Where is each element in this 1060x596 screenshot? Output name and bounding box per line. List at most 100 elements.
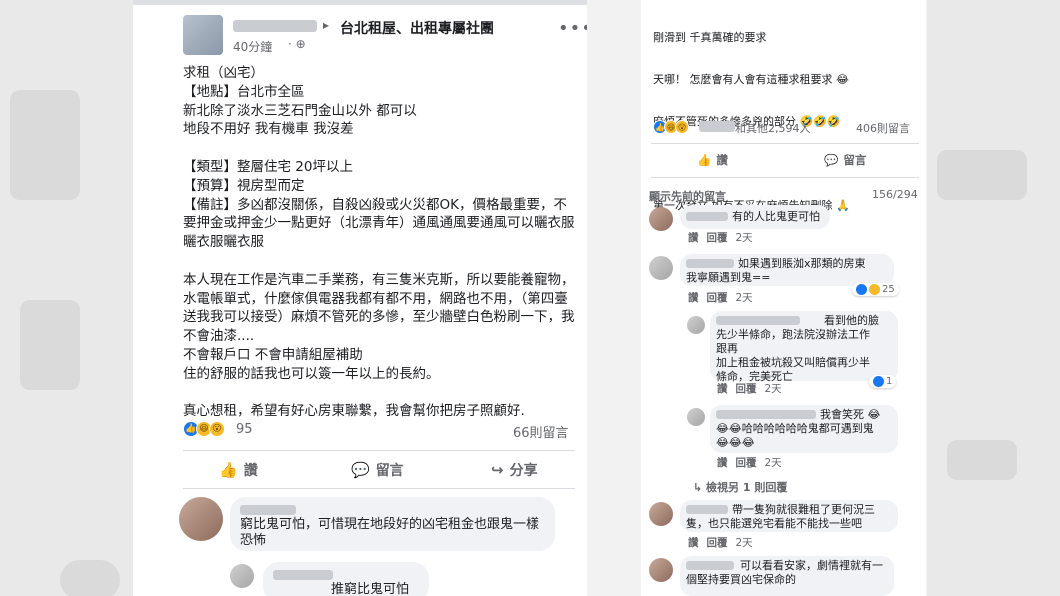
wow-reaction-icon: 😮 xyxy=(209,421,225,437)
more-icon[interactable]: ••• xyxy=(558,18,587,39)
globe-icon: · ⊕ xyxy=(288,37,306,51)
comment-like-link[interactable]: 讚 xyxy=(717,383,728,395)
comment-icon: 💬 xyxy=(824,153,839,167)
comment-time: 2天 xyxy=(735,537,753,549)
comment-time: 2天 xyxy=(735,232,753,244)
like-button[interactable]: 👍 讚 xyxy=(219,460,258,480)
commenter-avatar[interactable] xyxy=(687,316,705,334)
comment-bubble: 可以看看安家，劇情裡就有一 個堅持要買凶宅保命的 xyxy=(680,556,894,596)
thumbs-up-icon: 👍 xyxy=(219,461,238,479)
reactors-text[interactable]: 和其他2,594人 xyxy=(735,120,811,136)
comment-text: 有的人比鬼更可怕 xyxy=(732,210,820,223)
comment-meta: 讚回覆 2天 xyxy=(688,535,753,550)
reaction-icons[interactable]: 👍 😆 😮 xyxy=(183,421,225,437)
author-avatar[interactable] xyxy=(183,15,223,55)
comment-button[interactable]: 💬 留言 xyxy=(824,152,866,168)
comment-text: 可以看看安家，劇情裡就有一 個堅持要買凶宅保命的 xyxy=(686,559,883,586)
like-label: 讚 xyxy=(716,153,728,167)
share-line: 天哪！ 怎麼會有人會有這種求租要求 😂 xyxy=(653,73,849,86)
reaction-count[interactable]: 95 xyxy=(236,422,253,437)
reactor-names-blurred[interactable] xyxy=(699,121,735,132)
post-line: 【預算】視房型而定 xyxy=(183,177,305,194)
comment-text: 窮比鬼可怕，可惜現在地段好的凶宅租金也跟鬼一樣恐怖 xyxy=(240,517,540,548)
comment-reaction-count: 25 xyxy=(882,284,895,295)
comment-bubble: 看到他的臉 先少半條命，跑法院沒辦法工作 跟再 加上租金被坑殺又叫賠償再少半 條… xyxy=(710,311,898,383)
share-line: 剛滑到 千真萬確的要求 xyxy=(653,31,767,44)
comment-bubble: 帶一隻狗就很難租了更何況三 隻，也只能選兇宅看能不能找一些吧 xyxy=(680,500,898,532)
post-line: 【備註】多凶都沒關係，自殺凶殺或火災都OK，價格最重要，不要押金或押金少一點更好… xyxy=(183,196,575,251)
blurred-shape xyxy=(937,150,1027,200)
comment-reply-link[interactable]: 回覆 xyxy=(736,457,757,469)
blurred-backdrop-left xyxy=(0,0,133,596)
comment-text: 我會笑死 😂 😂😂哈哈哈哈哈哈鬼都可遇到鬼 😂😂😂 xyxy=(716,408,881,449)
comment-reply-link[interactable]: 回覆 xyxy=(707,537,728,549)
comment-meta: 讚回覆 2天 xyxy=(717,381,782,396)
post-line: 不會報戶口 不會申請組屋補助 xyxy=(183,346,363,363)
reply-arrow-icon: ↳ xyxy=(693,481,707,494)
post-line: 本人現在工作是汽車二手業務，有三隻米克斯，所以要能養寵物，水電帳單式，什麼傢俱電… xyxy=(183,271,575,345)
comment-text: 看到他的臉 先少半條命，跑法院沒辦法工作 跟再 加上租金被坑殺又叫賠償再少半 條… xyxy=(716,314,879,383)
comment-text: 推窮比鬼可怕 xyxy=(331,582,410,596)
like-label: 讚 xyxy=(243,463,258,479)
comment-reactions[interactable]: 1 xyxy=(869,375,897,388)
post-line: 真心想租，希望有好心房東聯繫，我會幫你把房子照顧好. xyxy=(183,403,525,420)
comment-reply-link[interactable]: 回覆 xyxy=(736,383,757,395)
commenter-avatar[interactable] xyxy=(649,558,673,582)
like-reaction-icon xyxy=(856,284,867,295)
comment-bubble: 我會笑死 😂 😂😂哈哈哈哈哈哈鬼都可遇到鬼 😂😂😂 xyxy=(710,405,898,453)
comment-meta: 讚回覆 2天 xyxy=(688,290,753,305)
comment-like-link[interactable]: 讚 xyxy=(688,232,699,244)
comment-count[interactable]: 66則留言 xyxy=(513,422,569,441)
commenter-avatar[interactable] xyxy=(687,408,705,426)
author-name-blurred[interactable] xyxy=(233,20,317,32)
share-button[interactable]: ↪ 分享 xyxy=(491,460,538,480)
comment-text: 如果遇到賬洳x那類的房東 我寧願遇到鬼== xyxy=(686,257,866,284)
post-timestamp[interactable]: 40分鐘 xyxy=(233,38,272,55)
commenter-name-blurred[interactable] xyxy=(240,505,296,515)
comment-time: 2天 xyxy=(735,292,753,304)
comment-like-link[interactable]: 讚 xyxy=(688,537,699,549)
blurred-shape xyxy=(10,90,80,200)
comment-icon: 💬 xyxy=(351,461,370,479)
blurred-backdrop-right xyxy=(927,0,1060,596)
post-line xyxy=(183,384,578,403)
comment-like-link[interactable]: 讚 xyxy=(688,292,699,304)
comment-button[interactable]: 💬 留言 xyxy=(351,460,404,480)
reaction-icons[interactable]: 👍 😆 😮 xyxy=(653,120,689,134)
commenter-avatar[interactable] xyxy=(649,502,673,526)
post-line: 新北除了淡水三芝石門金山以外 都可以 xyxy=(183,102,417,119)
comment-bubble: 窮比鬼可怕，可惜現在地段好的凶宅租金也跟鬼一樣恐怖 xyxy=(230,497,555,551)
like-reaction-icon xyxy=(873,376,884,387)
comment-meta: 讚回覆 2天 xyxy=(688,230,753,245)
comment-like-link[interactable]: 讚 xyxy=(717,457,728,469)
commenter-name-blurred[interactable] xyxy=(273,570,333,580)
comment-reply-link[interactable]: 回覆 xyxy=(707,232,728,244)
commenter-avatar[interactable] xyxy=(649,207,673,231)
commenter-avatar[interactable] xyxy=(649,256,673,280)
share-screenshot: 剛滑到 千真萬確的要求 天哪！ 怎麼會有人會有這種求租要求 😂 麻煩不管死的多慘… xyxy=(641,0,926,596)
share-icon: ↪ xyxy=(491,461,504,479)
comment-count[interactable]: 406則留言 xyxy=(856,120,910,136)
divider xyxy=(651,177,919,178)
post-line: 求租（凶宅） xyxy=(183,65,264,81)
haha-reaction-icon xyxy=(869,284,880,295)
comment-time: 2天 xyxy=(764,457,782,469)
post-screenshot: ▸ 台北租屋、出租專屬社團 40分鐘 · ⊕ ••• 求租（凶宅） 【地點】台北… xyxy=(133,0,587,596)
comment-bubble: 如果遇到賬洳x那類的房東 我寧願遇到鬼== xyxy=(680,254,894,286)
post-line xyxy=(183,139,578,158)
view-more-replies-link[interactable]: ↳ 檢視另 1 則回覆 xyxy=(693,479,787,495)
share-label: 分享 xyxy=(509,463,538,479)
group-name[interactable]: 台北租屋、出租專屬社團 xyxy=(340,18,494,38)
comment-reply-link[interactable]: 回覆 xyxy=(707,292,728,304)
commenter-avatar[interactable] xyxy=(230,564,254,588)
blurred-shape xyxy=(947,440,1017,480)
commenter-avatar[interactable] xyxy=(179,497,223,541)
like-button[interactable]: 👍 讚 xyxy=(697,152,728,168)
divider xyxy=(183,450,575,451)
divider xyxy=(183,488,575,489)
commenter-name-blurred[interactable] xyxy=(686,212,728,221)
comment-bubble: 有的人比鬼更可怕 xyxy=(680,205,830,229)
show-previous-comments-link[interactable]: 顯示先前的留言 xyxy=(649,188,726,204)
comment-time: 2天 xyxy=(764,383,782,395)
comment-reactions[interactable]: 25 xyxy=(852,283,899,296)
